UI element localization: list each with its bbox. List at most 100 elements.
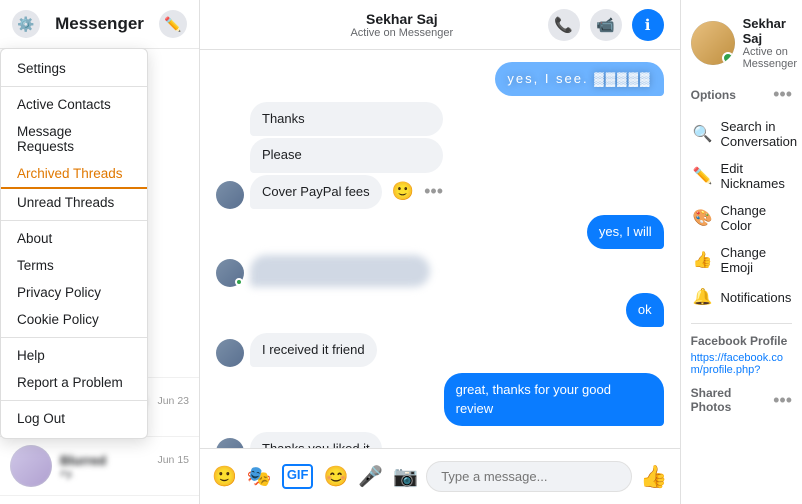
bubble-sent-2: yes, I will (587, 215, 664, 249)
msg-avatar-4 (216, 438, 244, 448)
send-like-btn[interactable]: 👍 (640, 464, 667, 490)
color-option-label: Change Color (721, 203, 790, 233)
chat-header-actions: 📞 📹 ℹ (548, 9, 664, 41)
search-option-label: Search in Conversation (721, 119, 798, 149)
bubble-blurred (250, 255, 430, 287)
conv-preview-3: ny. (60, 468, 189, 480)
message-input[interactable] (426, 461, 632, 492)
input-bar: 🙂 🎭 GIF 😊 🎤 📷 👍 (200, 448, 680, 504)
option-nicknames[interactable]: ✏️ Edit Nicknames (691, 155, 792, 197)
online-badge (722, 52, 734, 64)
option-search[interactable]: 🔍 Search in Conversation (691, 113, 792, 155)
msg-more-btn[interactable]: ••• (424, 181, 443, 202)
chat-header-info: Sekhar Saj Active on Messenger (256, 11, 548, 39)
menu-unread-threads[interactable]: Unread Threads (1, 189, 147, 216)
right-contact-avatar (691, 21, 735, 65)
menu-cookie[interactable]: Cookie Policy (1, 306, 147, 333)
conv-avatar-3 (10, 445, 52, 487)
info-btn[interactable]: ℹ (632, 9, 664, 41)
shared-photos-header: Shared Photos ••• (691, 386, 792, 414)
divider-4 (1, 400, 147, 401)
menu-archived-threads[interactable]: Archived Threads (1, 160, 147, 189)
msg-row-received-liked: Thanks you liked it ⊙ (216, 432, 664, 448)
shared-photos-label: Shared Photos (691, 386, 773, 414)
edit-option-icon: ✏️ (693, 166, 713, 186)
bubble-cover: Cover PayPal fees (250, 175, 382, 209)
notifications-option-label: Notifications (721, 290, 792, 305)
messages-container: yes, I see. ▓▓▓▓▓ Thanks Please Cover Pa… (200, 50, 680, 448)
msg-row-sent-great: great, thanks for your good review (216, 373, 664, 425)
photo-input-icon[interactable]: 📷 (393, 464, 418, 489)
bubble-sent-1: yes, I see. ▓▓▓▓▓ (495, 62, 663, 96)
right-panel: Sekhar Saj Active on Messenger ⚙ Options… (680, 0, 802, 504)
right-profile-info: Sekhar Saj Active on Messenger (743, 16, 797, 70)
menu-help[interactable]: Help (1, 342, 147, 369)
emoji-option-icon: 👍 (693, 250, 713, 270)
menu-terms[interactable]: Terms (1, 252, 147, 279)
option-color[interactable]: 🎨 Change Color (691, 197, 792, 239)
msg-row-sent-2: yes, I will (216, 215, 664, 249)
chat-area: Sekhar Saj Active on Messenger 📞 📹 ℹ yes… (200, 0, 680, 504)
conv-info-3: Blurred Jun 15 ny. (60, 453, 189, 480)
option-notifications[interactable]: 🔔 Notifications (691, 281, 792, 313)
sidebar-header: ⚙️ Messenger ✏️ (0, 0, 199, 49)
voice-input-icon[interactable]: 🎤 (358, 464, 383, 489)
sidebar-title: Messenger (55, 14, 144, 34)
video-btn[interactable]: 📹 (590, 9, 622, 41)
dropdown-menu: Settings Active Contacts Message Request… (0, 48, 148, 439)
emoji-option-label: Change Emoji (721, 245, 790, 275)
chat-contact-name: Sekhar Saj (256, 11, 548, 27)
bubble-thanks: Thanks (250, 102, 443, 136)
conv-name-3: Blurred (60, 453, 106, 468)
sidebar: ⚙️ Messenger ✏️ Settings Active Contacts… (0, 0, 200, 504)
gif-input-icon[interactable]: GIF (282, 464, 314, 489)
options-more-btn[interactable]: ••• (773, 84, 792, 105)
right-contact-name: Sekhar Saj (743, 16, 797, 46)
msg-row-sent-ok: ok (216, 293, 664, 327)
emoji-input-icon[interactable]: 🙂 (212, 464, 237, 489)
fb-profile-link[interactable]: https://facebook.com/profile.php? (691, 352, 792, 376)
right-contact-status: Active on Messenger (743, 46, 797, 70)
conv-time-2: Jun 23 (157, 395, 189, 407)
msg-row-received-group: Thanks Please Cover PayPal fees 🙂 ••• (216, 102, 664, 209)
panel-divider (691, 323, 792, 324)
search-option-icon: 🔍 (693, 124, 713, 144)
sticker-input-icon[interactable]: 🎭 (247, 464, 272, 489)
settings-icon-btn[interactable]: ⚙️ (12, 10, 40, 38)
msg-group-1: Thanks Please Cover PayPal fees 🙂 ••• (250, 102, 443, 209)
divider-1 (1, 86, 147, 87)
menu-logout[interactable]: Log Out (1, 405, 147, 432)
menu-report[interactable]: Report a Problem (1, 369, 147, 396)
divider-3 (1, 337, 147, 338)
notifications-option-icon: 🔔 (693, 287, 713, 307)
bubble-please: Please (250, 138, 443, 172)
call-btn[interactable]: 📞 (548, 9, 580, 41)
msg-avatar-1 (216, 181, 244, 209)
menu-settings[interactable]: Settings (1, 55, 147, 82)
msg-row-received-friend: I received it friend (216, 333, 664, 367)
menu-active-contacts[interactable]: Active Contacts (1, 91, 147, 118)
options-header: Options ••• (691, 84, 792, 105)
menu-message-requests[interactable]: Message Requests (1, 118, 147, 160)
bubble-ok: ok (626, 293, 664, 327)
msg-emoji-btn[interactable]: 🙂 (392, 181, 414, 202)
new-message-btn[interactable]: ✏️ (159, 10, 187, 38)
msg-row-received-blurred (216, 255, 664, 287)
msg-avatar-2 (216, 259, 244, 287)
menu-privacy[interactable]: Privacy Policy (1, 279, 147, 306)
input-icons: 🙂 🎭 GIF 😊 🎤 📷 (212, 464, 418, 489)
menu-about[interactable]: About (1, 225, 147, 252)
like-sticker-icon[interactable]: 😊 (323, 464, 348, 489)
color-option-icon: 🎨 (693, 208, 713, 228)
conv-time-3: Jun 15 (157, 454, 189, 466)
chat-header: Sekhar Saj Active on Messenger 📞 📹 ℹ (200, 0, 680, 50)
bubble-liked: Thanks you liked it (250, 432, 382, 448)
bubble-great: great, thanks for your good review (444, 373, 664, 425)
conv-item-3[interactable]: Blurred Jun 15 ny. (0, 437, 199, 496)
divider-2 (1, 220, 147, 221)
shared-photos-more-btn[interactable]: ••• (773, 390, 792, 411)
option-emoji[interactable]: 👍 Change Emoji (691, 239, 792, 281)
conv-item-4[interactable]: Blurred Jun 15 ky. (0, 496, 199, 504)
fb-profile-label: Facebook Profile (691, 334, 792, 348)
right-profile: Sekhar Saj Active on Messenger ⚙ (691, 16, 792, 70)
